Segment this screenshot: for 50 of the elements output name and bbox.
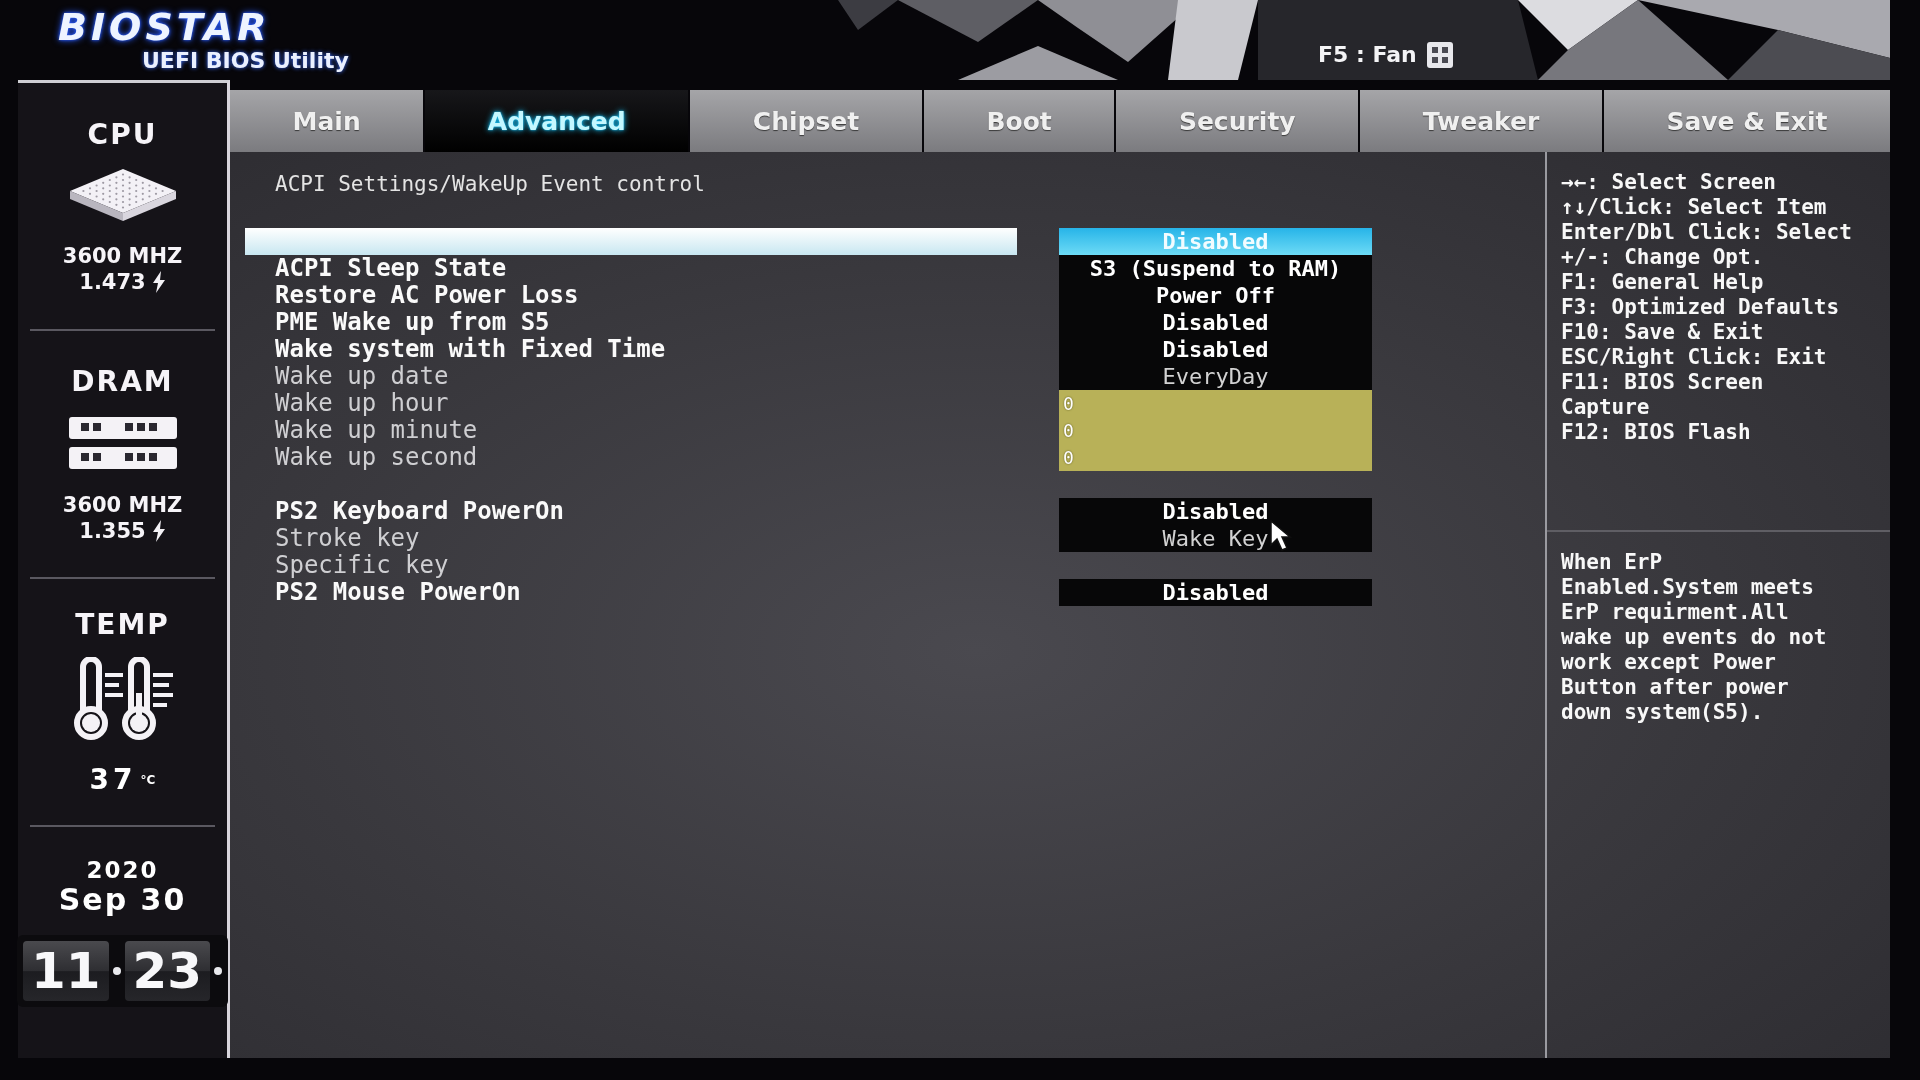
help-text: +/-: Change Opt. bbox=[1561, 245, 1765, 270]
lightning-bolt-icon bbox=[151, 520, 166, 542]
setting-value[interactable]: Disabled bbox=[1059, 498, 1372, 525]
clock-dot-icon bbox=[214, 967, 223, 975]
voltage-reading: 1.473 bbox=[79, 271, 146, 293]
frequency-reading: 3600 MHZ bbox=[62, 245, 183, 267]
date-year: 2020 bbox=[86, 857, 159, 883]
help-text: Enter/Dbl Click: Select bbox=[1561, 220, 1853, 245]
help-text: F12: BIOS Flash bbox=[1561, 420, 1752, 445]
setting-label[interactable]: PS2 Keyboard PowerOn bbox=[245, 498, 1017, 525]
brand-logo: BIOSTAR bbox=[58, 6, 271, 48]
date-day: Sep 30 bbox=[58, 883, 187, 917]
setting-label[interactable]: ACPI Sleep State bbox=[245, 255, 1017, 282]
help-text: F10: Save & Exit bbox=[1561, 320, 1765, 345]
clock-minutes: 23 bbox=[124, 941, 211, 1001]
help-text: F11: BIOS Screen Capture bbox=[1561, 370, 1765, 420]
app-subtitle: UEFI BIOS Utility bbox=[142, 48, 349, 74]
setting-label[interactable]: Wake system with Fixed Time bbox=[245, 336, 1017, 363]
setting-value[interactable]: Power Off bbox=[1059, 282, 1372, 309]
selection-highlight-bar[interactable] bbox=[245, 228, 1017, 255]
setting-value[interactable]: S3 (Suspend to RAM) bbox=[1059, 255, 1372, 282]
voltage-reading: 1.355 bbox=[79, 520, 146, 542]
monitor-title: CPU bbox=[87, 119, 158, 151]
monitor-title: TEMP bbox=[75, 609, 170, 641]
page-breadcrumb: ACPI Settings/WakeUp Event control bbox=[274, 171, 706, 198]
help-text: ESC/Right Click: Exit bbox=[1561, 345, 1828, 370]
memory-modules-icon bbox=[66, 414, 179, 472]
help-description: When ErP Enabled.System meets ErP requirment.All wake up events do not work except Power Button after power down system(S5). bbox=[1560, 550, 1828, 725]
clock-hours: 11 bbox=[22, 941, 109, 1001]
setting-value[interactable]: Disabled bbox=[1059, 336, 1372, 363]
help-text: →←: Select Screen bbox=[1561, 170, 1777, 195]
setting-value[interactable]: Disabled bbox=[1059, 579, 1372, 606]
setting-value[interactable]: Disabled bbox=[1059, 309, 1372, 336]
fan-hotkey-hint: F5 : Fan bbox=[1318, 42, 1417, 68]
help-text: F3: Optimized Defaults bbox=[1561, 295, 1841, 320]
frequency-reading: 3600 MHZ bbox=[62, 494, 183, 516]
grid-square-icon bbox=[1426, 42, 1453, 68]
setting-label[interactable]: PME Wake up from S5 bbox=[245, 309, 1017, 336]
monitor-title: DRAM bbox=[71, 366, 174, 398]
tab[interactable]: Advanced bbox=[425, 90, 689, 152]
lightning-bolt-icon bbox=[151, 271, 166, 293]
help-text: F1: General Help bbox=[1561, 270, 1765, 295]
setting-label[interactable]: Restore AC Power Loss bbox=[245, 282, 1017, 309]
processor-chip-icon bbox=[67, 167, 178, 223]
mouse-pointer-icon bbox=[1270, 520, 1292, 552]
help-text: ↑↓/Click: Select Item bbox=[1561, 195, 1828, 220]
clock-dot-icon bbox=[112, 967, 121, 975]
setting-label[interactable]: PS2 Mouse PowerOn bbox=[245, 579, 1017, 606]
temperature-unit: °C bbox=[140, 773, 156, 787]
temperature-reading: 37 bbox=[89, 765, 137, 795]
